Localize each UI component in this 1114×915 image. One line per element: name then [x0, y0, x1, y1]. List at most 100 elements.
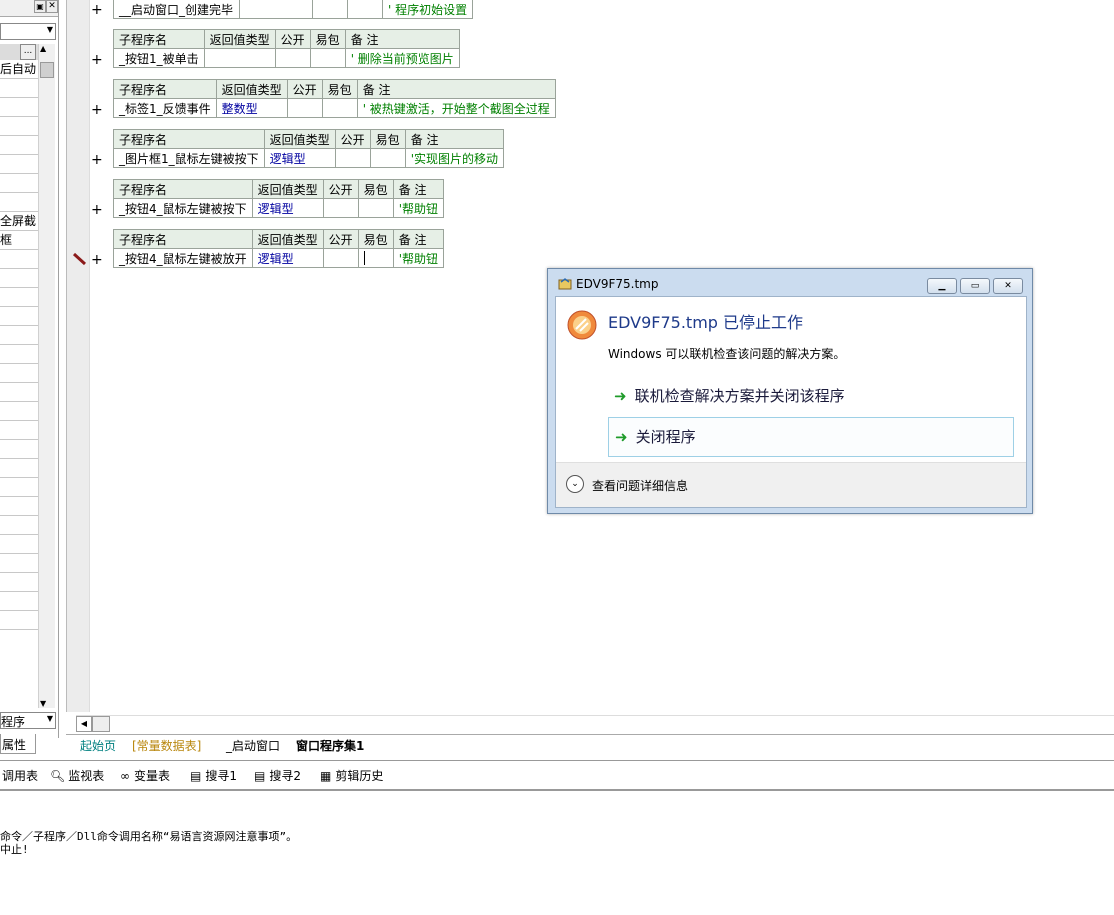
- property-row[interactable]: [0, 478, 38, 497]
- expand-icon[interactable]: +: [91, 53, 103, 67]
- property-row[interactable]: [0, 174, 38, 193]
- subroutine-name[interactable]: _标签1_反馈事件: [113, 98, 217, 118]
- watch-table-button[interactable]: 🔍︎ 监视表: [50, 767, 104, 784]
- property-row[interactable]: [0, 250, 38, 269]
- table-row[interactable]: __启动窗口_创建完毕 ' 程序初始设置: [113, 0, 474, 19]
- property-row[interactable]: [0, 79, 38, 98]
- property-row[interactable]: [0, 345, 38, 364]
- tab-start-page[interactable]: 起始页: [80, 737, 116, 754]
- expand-icon[interactable]: +: [91, 203, 103, 217]
- return-type[interactable]: 整数型: [215, 98, 288, 118]
- package-cell[interactable]: [321, 98, 358, 118]
- remark[interactable]: ' 被热键激活，开始整个截图全过程: [356, 98, 556, 118]
- property-row[interactable]: [0, 440, 38, 459]
- return-type[interactable]: 逻辑型: [251, 198, 324, 218]
- table-row[interactable]: _按钮4_鼠标左键被按下 逻辑型 '帮助钮: [113, 198, 445, 218]
- property-row[interactable]: [0, 611, 38, 630]
- remark[interactable]: '帮助钮: [392, 248, 445, 268]
- object-select[interactable]: ▼: [0, 23, 56, 40]
- subroutine-name[interactable]: _按钮4_鼠标左键被按下: [113, 198, 253, 218]
- public-cell[interactable]: [312, 0, 348, 19]
- expand-icon[interactable]: +: [91, 153, 103, 167]
- scroll-down-icon[interactable]: ▼: [40, 699, 46, 708]
- scroll-thumb[interactable]: [92, 716, 110, 732]
- chevron-down-icon[interactable]: ⌄: [566, 475, 584, 493]
- scroll-thumb[interactable]: [40, 62, 54, 78]
- public-cell[interactable]: [322, 198, 359, 218]
- remark[interactable]: '帮助钮: [392, 198, 445, 218]
- properties-tab[interactable]: 属性: [0, 734, 36, 754]
- property-row[interactable]: [0, 402, 38, 421]
- expand-icon[interactable]: +: [91, 103, 103, 117]
- property-row[interactable]: [0, 98, 38, 117]
- package-cell[interactable]: [357, 248, 394, 268]
- subroutine-name[interactable]: _图片框1_鼠标左键被按下: [113, 148, 265, 168]
- return-type[interactable]: 逻辑型: [263, 148, 336, 168]
- package-cell[interactable]: [369, 148, 406, 168]
- table-row[interactable]: _图片框1_鼠标左键被按下 逻辑型 '实现图片的移动: [113, 148, 505, 168]
- property-row[interactable]: [0, 193, 38, 212]
- pin-icon[interactable]: ▣: [34, 0, 46, 13]
- return-type[interactable]: [203, 48, 276, 68]
- search2-button[interactable]: ▤ 搜寻2: [254, 767, 301, 784]
- close-button[interactable]: ✕: [993, 278, 1023, 294]
- package-cell[interactable]: [309, 48, 346, 68]
- public-cell[interactable]: [274, 48, 311, 68]
- return-type[interactable]: 逻辑型: [251, 248, 324, 268]
- remark[interactable]: ' 删除当前预览图片: [344, 48, 460, 68]
- remark[interactable]: ' 程序初始设置: [381, 0, 474, 19]
- property-scrollbar[interactable]: ▲ ▼: [38, 44, 55, 708]
- event-select[interactable]: 程序 ▼: [0, 712, 56, 729]
- property-row[interactable]: [0, 554, 38, 573]
- close-program-option[interactable]: ➜ 关闭程序: [608, 417, 1014, 457]
- expand-icon[interactable]: +: [91, 253, 103, 267]
- property-row[interactable]: [0, 383, 38, 402]
- close-icon[interactable]: ✕: [46, 0, 58, 13]
- table-row[interactable]: _按钮1_被单击 ' 删除当前预览图片: [113, 48, 460, 68]
- property-row[interactable]: [0, 459, 38, 478]
- property-row[interactable]: [0, 155, 38, 174]
- table-row[interactable]: _按钮4_鼠标左键被放开 逻辑型 '帮助钮: [113, 248, 445, 268]
- property-row[interactable]: [0, 326, 38, 345]
- property-row[interactable]: [0, 535, 38, 554]
- maximize-button[interactable]: ▭: [960, 278, 990, 294]
- call-table-button[interactable]: 调用表: [2, 767, 38, 784]
- property-row[interactable]: [0, 421, 38, 440]
- variables-button[interactable]: ∞ 变量表: [120, 767, 170, 784]
- horizontal-scrollbar[interactable]: ◀: [76, 715, 1114, 732]
- subroutine-name[interactable]: __启动窗口_创建完毕: [113, 0, 240, 19]
- property-row[interactable]: [0, 516, 38, 535]
- tab-constants[interactable]: [常量数据表]: [132, 737, 201, 754]
- expand-icon[interactable]: +: [91, 3, 103, 17]
- public-cell[interactable]: [334, 148, 371, 168]
- public-cell[interactable]: [322, 248, 359, 268]
- property-row[interactable]: [0, 573, 38, 592]
- property-row[interactable]: [0, 136, 38, 155]
- package-cell[interactable]: [347, 0, 383, 19]
- scroll-up-icon[interactable]: ▲: [40, 44, 46, 53]
- details-link[interactable]: 查看问题详细信息: [592, 477, 688, 494]
- return-type[interactable]: [239, 0, 313, 19]
- property-row[interactable]: 后自动: [0, 60, 38, 79]
- property-row[interactable]: 框: [0, 231, 38, 250]
- property-row[interactable]: [0, 117, 38, 136]
- property-row[interactable]: [0, 269, 38, 288]
- tab-window-assembly[interactable]: 窗口程序集1: [296, 737, 364, 754]
- scroll-left-icon[interactable]: ◀: [76, 716, 92, 732]
- property-row[interactable]: [0, 497, 38, 516]
- ellipsis-button[interactable]: ...: [20, 44, 36, 60]
- property-row[interactable]: [0, 288, 38, 307]
- subroutine-name[interactable]: _按钮4_鼠标左键被放开: [113, 248, 253, 268]
- check-online-option[interactable]: ➜ 联机检查解决方案并关闭该程序: [608, 377, 1012, 415]
- table-row[interactable]: _标签1_反馈事件 整数型 ' 被热键激活，开始整个截图全过程: [113, 98, 556, 118]
- property-row[interactable]: [0, 592, 38, 611]
- property-row[interactable]: [0, 364, 38, 383]
- clip-history-button[interactable]: ▦ 剪辑历史: [320, 767, 383, 784]
- subroutine-name[interactable]: _按钮1_被单击: [113, 48, 205, 68]
- search1-button[interactable]: ▤ 搜寻1: [190, 767, 237, 784]
- property-row[interactable]: [0, 307, 38, 326]
- package-cell[interactable]: [357, 198, 394, 218]
- remark[interactable]: '实现图片的移动: [404, 148, 505, 168]
- public-cell[interactable]: [286, 98, 323, 118]
- tab-startup-window[interactable]: _启动窗口: [226, 737, 280, 754]
